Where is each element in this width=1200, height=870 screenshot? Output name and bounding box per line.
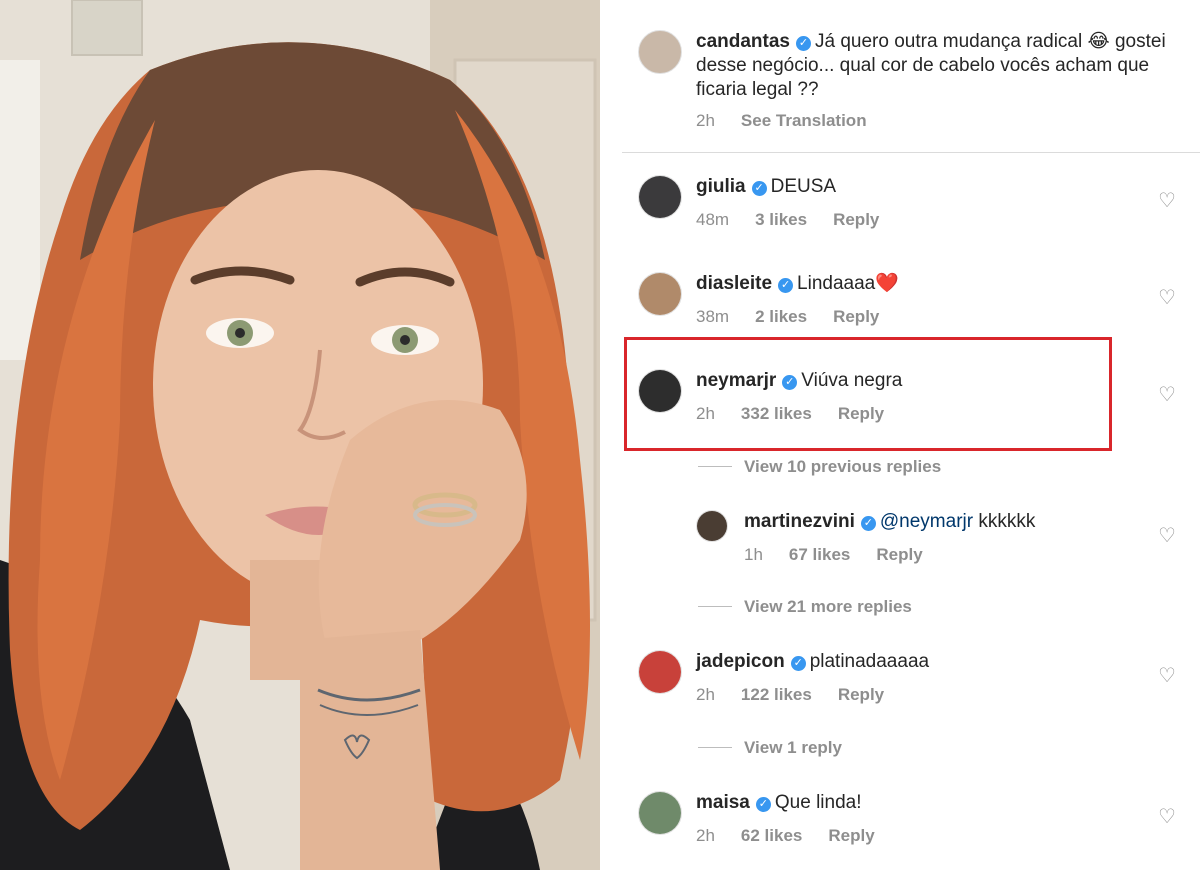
avatar-fill bbox=[639, 273, 681, 315]
avatar[interactable] bbox=[696, 510, 728, 542]
comment-text: Viúva negra bbox=[801, 370, 903, 391]
likes-count[interactable]: 122 likes bbox=[741, 685, 812, 704]
likes-count[interactable]: 332 likes bbox=[741, 404, 812, 423]
like-heart-icon[interactable]: ♡ bbox=[1158, 288, 1178, 308]
divider bbox=[622, 152, 1200, 153]
view-previous-replies[interactable]: View 10 previous replies bbox=[698, 457, 941, 477]
avatar-fill bbox=[639, 370, 681, 412]
caption: candantas ✓ Já quero outra mudança radical… bbox=[638, 30, 1178, 140]
avatar[interactable] bbox=[638, 175, 682, 219]
avatar-fill bbox=[639, 651, 681, 693]
comment-username[interactable]: diasleite bbox=[696, 273, 772, 294]
comment-time: 38m bbox=[696, 307, 730, 326]
view-more-replies[interactable]: View 21 more replies bbox=[698, 597, 912, 617]
like-heart-icon[interactable]: ♡ bbox=[1158, 526, 1178, 546]
thread-line bbox=[698, 747, 732, 748]
comment-username[interactable]: neymarjr bbox=[696, 370, 776, 391]
likes-count[interactable]: 62 likes bbox=[741, 826, 802, 845]
comment-username[interactable]: giulia bbox=[696, 176, 746, 197]
comment-username[interactable]: maisa bbox=[696, 792, 750, 813]
likes-count[interactable]: 67 likes bbox=[789, 545, 850, 564]
comment-giulia: giulia ✓ DEUSA 48m 3 likes Reply ♡ bbox=[638, 175, 1178, 229]
comment-username[interactable]: jadepicon bbox=[696, 651, 785, 672]
comment-time: 1h bbox=[744, 545, 763, 564]
see-translation-link[interactable]: See Translation bbox=[741, 111, 867, 130]
comment-time: 48m bbox=[696, 210, 730, 229]
avatar[interactable] bbox=[638, 272, 682, 316]
reply-button[interactable]: Reply bbox=[838, 685, 884, 704]
comment-text: platinadaaaaa bbox=[809, 651, 930, 672]
like-heart-icon[interactable]: ♡ bbox=[1158, 807, 1178, 827]
mention-link[interactable]: @neymarjr bbox=[880, 511, 973, 532]
comment-username[interactable]: martinezvini bbox=[744, 511, 855, 532]
comment-text: DEUSA bbox=[770, 176, 837, 197]
comment-maisa: maisa ✓ Que linda! 2h 62 likes Reply ♡ bbox=[638, 791, 1178, 845]
like-heart-icon[interactable]: ♡ bbox=[1158, 666, 1178, 686]
verified-icon: ✓ bbox=[751, 181, 767, 196]
comment-time: 2h bbox=[696, 685, 715, 704]
avatar[interactable] bbox=[638, 30, 682, 74]
comment-time: 2h bbox=[696, 826, 715, 845]
verified-icon: ✓ bbox=[755, 797, 771, 812]
reply-button[interactable]: Reply bbox=[838, 404, 884, 423]
avatar[interactable] bbox=[638, 791, 682, 835]
view-more-replies-label: View 21 more replies bbox=[744, 597, 912, 616]
reply-button[interactable]: Reply bbox=[833, 307, 879, 326]
verified-icon: ✓ bbox=[782, 375, 798, 390]
like-heart-icon[interactable]: ♡ bbox=[1158, 385, 1178, 405]
comment-text: kkkkkk bbox=[978, 511, 1036, 532]
avatar[interactable] bbox=[638, 369, 682, 413]
likes-count[interactable]: 3 likes bbox=[755, 210, 807, 229]
avatar[interactable] bbox=[638, 650, 682, 694]
reply-button[interactable]: Reply bbox=[876, 545, 922, 564]
thread-line bbox=[698, 466, 732, 467]
verified-icon: ✓ bbox=[795, 36, 811, 51]
avatar-fill bbox=[697, 511, 727, 541]
reply-martinezvini: martinezvini ✓ @neymarjr kkkkkk 1h 67 likes… bbox=[696, 510, 1178, 564]
comment-neymarjr: neymarjr ✓ Viúva negra 2h 332 likes Reply ♡ bbox=[638, 369, 1178, 423]
verified-icon: ✓ bbox=[860, 516, 876, 531]
verified-icon: ✓ bbox=[790, 656, 806, 671]
reply-button[interactable]: Reply bbox=[833, 210, 879, 229]
reply-button[interactable]: Reply bbox=[828, 826, 874, 845]
thread-line bbox=[698, 606, 732, 607]
comment-time: 2h bbox=[696, 404, 715, 423]
view-previous-replies-label: View 10 previous replies bbox=[744, 457, 942, 476]
view-one-reply-label: View 1 reply bbox=[744, 738, 842, 757]
comment-jadepicon: jadepicon ✓ platinadaaaaa 2h 122 likes Reply… bbox=[638, 650, 1178, 704]
like-heart-icon[interactable]: ♡ bbox=[1158, 191, 1178, 211]
comment-text: Lindaaaa❤️ bbox=[797, 273, 899, 294]
view-one-reply[interactable]: View 1 reply bbox=[698, 738, 842, 758]
caption-time: 2h bbox=[696, 111, 715, 130]
avatar-fill bbox=[639, 176, 681, 218]
avatar-fill bbox=[639, 792, 681, 834]
comment-diasleite: diasleite ✓ Lindaaaa❤️ 38m 2 likes Reply ♡ bbox=[638, 272, 1178, 326]
verified-icon: ✓ bbox=[778, 278, 794, 293]
comments-panel: candantas ✓ Já quero outra mudança radical… bbox=[600, 0, 1200, 870]
comment-text: Que linda! bbox=[774, 792, 862, 813]
post-photo bbox=[0, 0, 600, 870]
likes-count[interactable]: 2 likes bbox=[755, 307, 807, 326]
caption-username[interactable]: candantas bbox=[696, 31, 790, 52]
